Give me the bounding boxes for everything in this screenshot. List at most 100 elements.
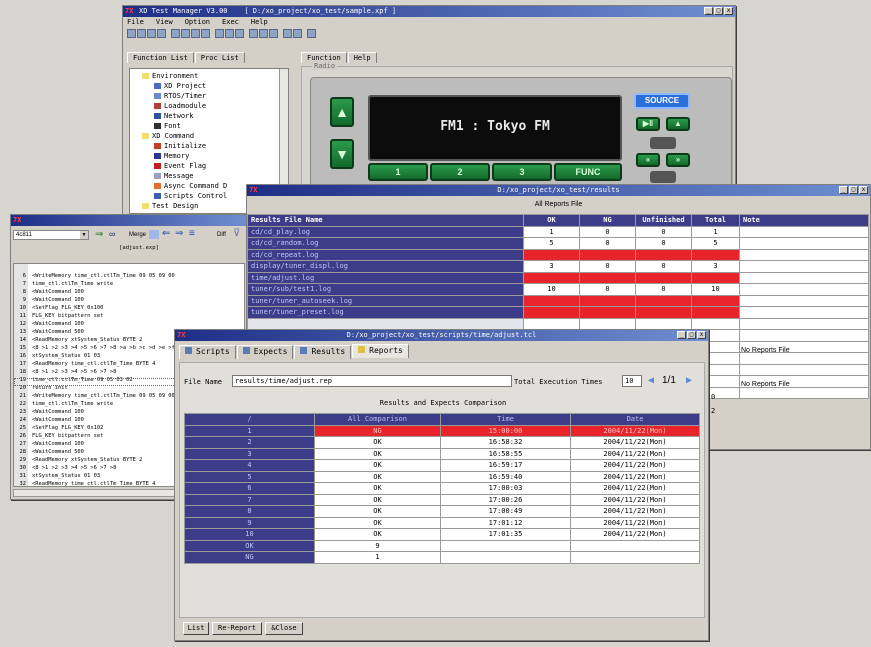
minimize-button[interactable]: _	[677, 331, 686, 339]
tab-reports[interactable]: Reports	[352, 344, 409, 358]
tree-item[interactable]: Network	[142, 111, 288, 121]
menu-exec[interactable]: Exec	[222, 18, 239, 26]
close-button[interactable]: x	[724, 7, 733, 15]
grey-button-2[interactable]	[650, 171, 676, 183]
tree-item[interactable]: RTOS/Timer	[142, 91, 288, 101]
left-arrow-icon[interactable]: ⇐	[162, 228, 170, 239]
col-results-file-name[interactable]: Results File Name	[247, 214, 524, 227]
comparison-row[interactable]: 2 OK 16:58:32 2004/11/22(Mon)	[184, 436, 700, 449]
grey-button-1[interactable]	[650, 137, 676, 149]
up-button[interactable]: ▲	[330, 97, 354, 127]
tree-item[interactable]: Loadmodule	[142, 101, 288, 111]
filter-icon[interactable]: ⊽	[233, 228, 240, 239]
log-line[interactable]: time_ctl.ctlTm_Time write	[32, 280, 244, 288]
results-row[interactable]: display/tuner_displ.log 3 0 0 3	[247, 260, 869, 273]
list-icon[interactable]	[225, 29, 234, 38]
maximize-button[interactable]: □	[714, 7, 723, 15]
tree-item[interactable]: XD Command	[142, 131, 288, 141]
results-row[interactable]: time/adjust.log	[247, 271, 869, 284]
log-line[interactable]: <WaitCommand 100	[32, 320, 244, 328]
tree-item[interactable]: Message	[142, 171, 288, 181]
tree-item[interactable]: Environment	[142, 71, 288, 81]
results-row[interactable]: tuner/tuner_preset.log	[247, 306, 869, 319]
comparison-row[interactable]: 5 OK 16:59:40 2004/11/22(Mon)	[184, 470, 700, 483]
comparison-row[interactable]: 6 OK 17:00:03 2004/11/22(Mon)	[184, 482, 700, 495]
file-name-field[interactable]: results/time/adjust.rep	[232, 375, 512, 387]
col-time[interactable]: Time	[440, 413, 571, 426]
minimize-button[interactable]: _	[839, 186, 848, 194]
log-line[interactable]: <WaitCommand 100	[32, 296, 244, 304]
pause-icon[interactable]	[201, 29, 210, 38]
tab-expects[interactable]: Expects	[236, 345, 294, 359]
eject-button[interactable]: ▲	[666, 117, 690, 131]
close-report-button[interactable]: &Close	[265, 622, 303, 635]
preset-2-button[interactable]: 2	[430, 163, 490, 181]
split-icon[interactable]	[293, 29, 302, 38]
comparison-row[interactable]: 7 OK 17:00:26 2004/11/22(Mon)	[184, 493, 700, 506]
col-note[interactable]: Note	[739, 214, 869, 227]
col-index[interactable]: /	[184, 413, 315, 426]
log-line[interactable]: FLG_KEY bitpattern set	[32, 312, 244, 320]
results-row[interactable]: tuner/sub/test1.log 10 0 0 10	[247, 283, 869, 296]
tree-item[interactable]: Memory	[142, 151, 288, 161]
comparison-row[interactable]: 4 OK 16:59:17 2004/11/22(Mon)	[184, 459, 700, 472]
log-line[interactable]: <WriteMemory time_ctl.ctlTm_Time 09 05 0…	[32, 272, 244, 280]
tab-results[interactable]: Results	[294, 345, 352, 359]
comparison-row[interactable]: 9 OK 17:01:12 2004/11/22(Mon)	[184, 516, 700, 529]
prev-page-icon[interactable]: ◀	[648, 375, 654, 386]
line-combo[interactable]: 4c811 ▼	[13, 230, 89, 240]
play-pause-button[interactable]: ▶‖	[636, 117, 660, 131]
binoculars-icon[interactable]: ∞	[109, 229, 115, 239]
maximize-button[interactable]: □	[687, 331, 696, 339]
results-row[interactable]: cd/cd_random.log 5 0 0 5	[247, 237, 869, 250]
new-icon[interactable]	[127, 29, 136, 38]
menu-option[interactable]: Option	[185, 18, 210, 26]
comparison-row[interactable]: 1 NG 15:00:00 2004/11/22(Mon)	[184, 424, 700, 437]
log-line[interactable]: <WaitCommand 100	[32, 288, 244, 296]
panel-icon[interactable]	[283, 29, 292, 38]
col-ok[interactable]: OK	[523, 214, 580, 227]
next-page-icon[interactable]: ▶	[686, 375, 692, 386]
col-date[interactable]: Date	[570, 413, 700, 426]
print-icon[interactable]	[157, 29, 166, 38]
step-icon[interactable]	[181, 29, 190, 38]
stop-icon[interactable]	[191, 29, 200, 38]
forward-button[interactable]: »	[666, 153, 690, 167]
minimize-button[interactable]: _	[704, 7, 713, 15]
preset-1-button[interactable]: 1	[368, 163, 428, 181]
open-icon[interactable]	[137, 29, 146, 38]
maximize-button[interactable]: □	[849, 186, 858, 194]
comparison-row[interactable]: 10 OK 17:01:35 2004/11/22(Mon)	[184, 528, 700, 541]
save-icon[interactable]	[147, 29, 156, 38]
func-button[interactable]: FUNC	[554, 163, 622, 181]
tab-proc-list[interactable]: Proc List	[194, 52, 245, 63]
window-icon[interactable]	[259, 29, 268, 38]
log-line[interactable]	[32, 264, 244, 272]
col-unfinished[interactable]: Unfinished	[635, 214, 692, 227]
tab-help[interactable]: Help	[347, 52, 377, 63]
comparison-row[interactable]: 3 OK 16:58:55 2004/11/22(Mon)	[184, 447, 700, 460]
results-row[interactable]: cd/cd_repeat.log	[247, 248, 869, 261]
help-icon[interactable]	[307, 29, 316, 38]
results-row[interactable]: cd/cd_play.log 1 0 0 1	[247, 225, 869, 238]
close-button[interactable]: x	[697, 331, 706, 339]
comparison-row[interactable]: 8 OK 17:00:49 2004/11/22(Mon)	[184, 505, 700, 518]
close-button[interactable]: x	[859, 186, 868, 194]
tree-item[interactable]: Event Flag	[142, 161, 288, 171]
run-icon[interactable]	[171, 29, 180, 38]
report-icon[interactable]	[215, 29, 224, 38]
results-row[interactable]: tuner/tuner_autoseek.log	[247, 294, 869, 307]
source-button[interactable]: SOURCE	[634, 93, 690, 109]
goto-icon[interactable]: ⇒	[95, 229, 103, 240]
down-button[interactable]: ▼	[330, 139, 354, 169]
list-button[interactable]: List	[183, 622, 209, 635]
right-arrow-icon[interactable]: ⇒	[175, 228, 183, 239]
exec-times-field[interactable]: 10	[622, 375, 642, 387]
col-ng[interactable]: NG	[579, 214, 636, 227]
layout-icon[interactable]	[269, 29, 278, 38]
merge-icon[interactable]	[149, 230, 159, 239]
tab-scripts[interactable]: Scripts	[179, 345, 236, 359]
tree-item[interactable]: Font	[142, 121, 288, 131]
re-report-button[interactable]: Re-Report	[212, 622, 262, 635]
menu-view[interactable]: View	[156, 18, 173, 26]
